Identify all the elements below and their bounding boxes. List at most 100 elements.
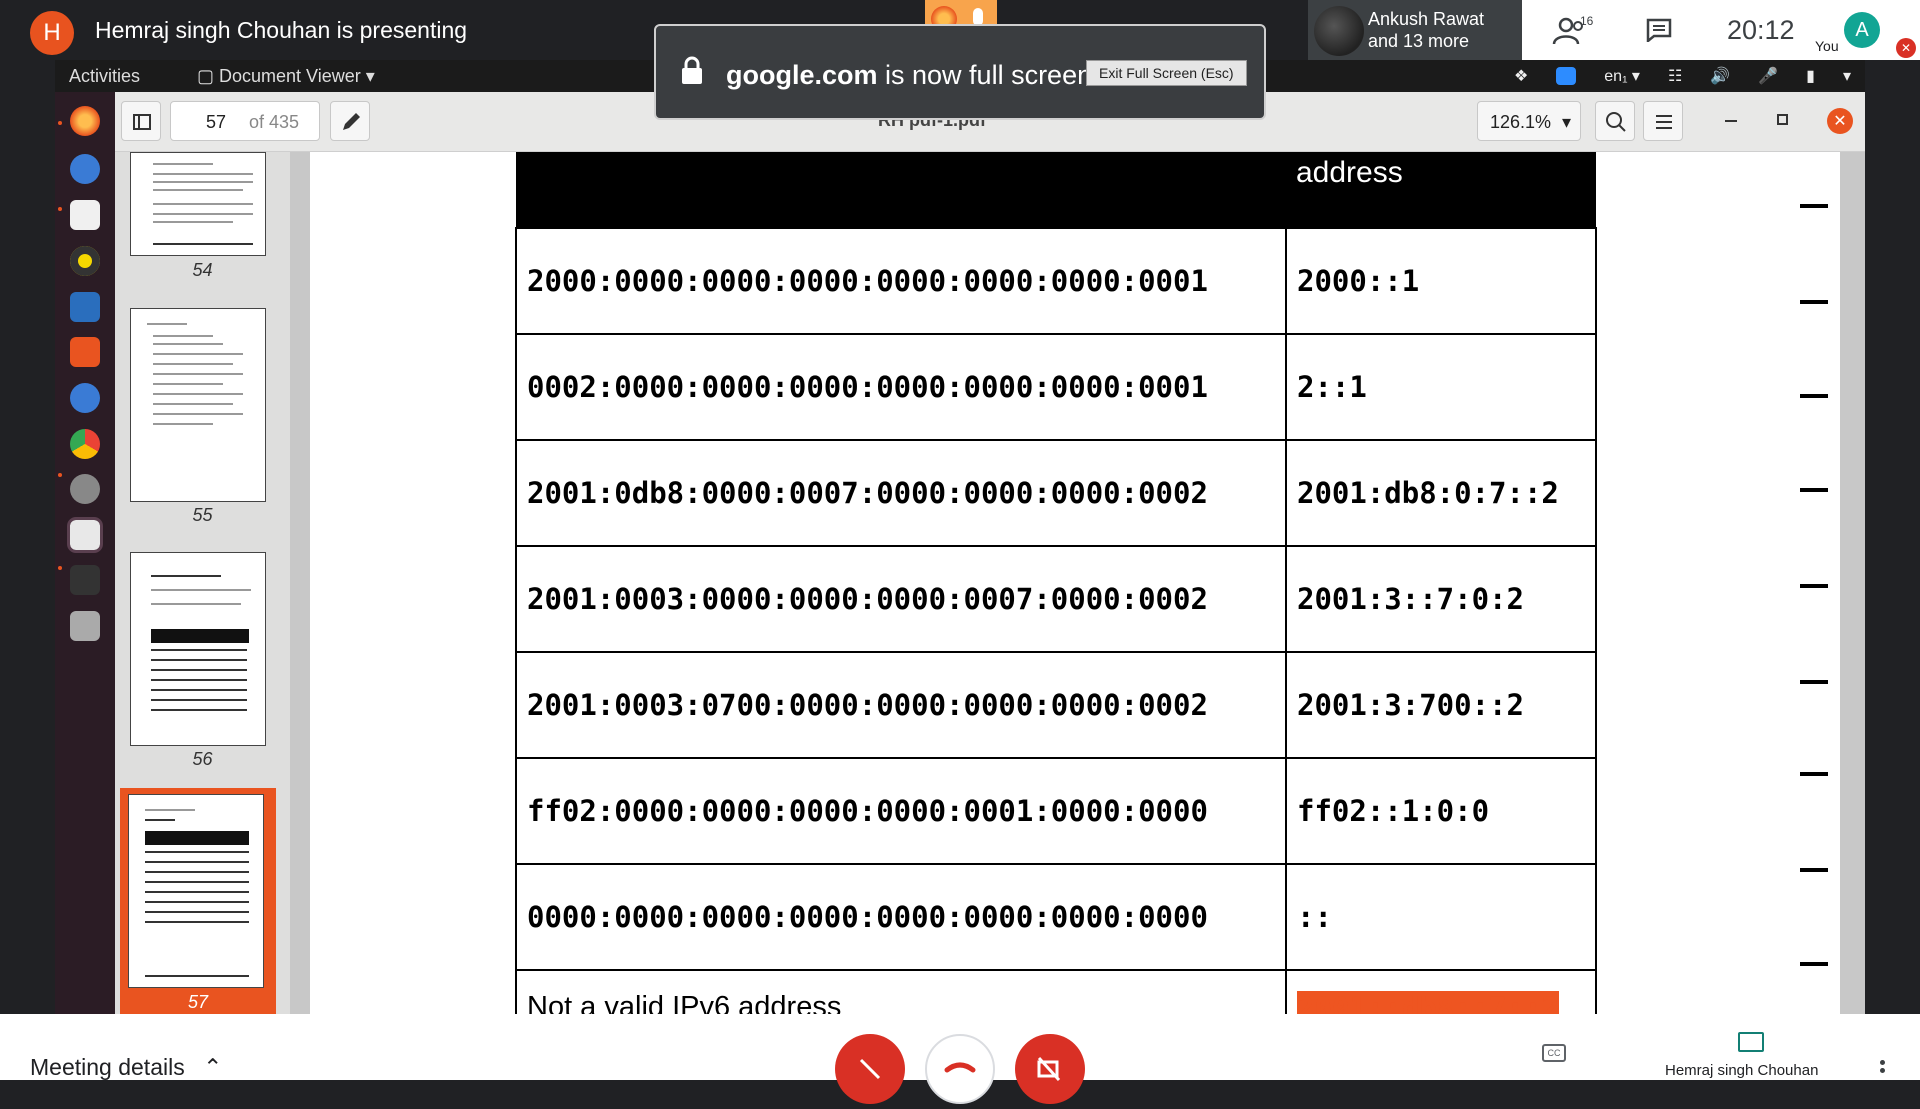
writer-icon[interactable] xyxy=(70,292,100,322)
microphone-icon[interactable]: 🎤 xyxy=(1758,66,1778,86)
fullscreen-notice: google.com is now full screen Exit Full … xyxy=(654,24,1266,120)
self-avatar: A xyxy=(1844,12,1880,48)
rhythmbox-icon[interactable] xyxy=(70,246,100,276)
full-address-cell: 2001:0003:0000:0000:0000:0007:0000:0002 xyxy=(515,545,1287,653)
meeting-details-label: Meeting details xyxy=(30,1054,185,1080)
phone-hangup-icon xyxy=(944,1062,976,1073)
thumbnail-selected[interactable]: 57 xyxy=(120,788,276,1014)
drive-icon[interactable] xyxy=(70,611,100,641)
thumbnail-sidebar: 54 55 56 57 xyxy=(115,152,290,1014)
software-center-icon[interactable] xyxy=(70,337,100,367)
leave-call-button[interactable] xyxy=(925,1034,995,1104)
short-address-cell: 2001:3:700::2 xyxy=(1285,651,1597,759)
chevron-down-icon: ▾ xyxy=(1562,112,1572,132)
meeting-details-button[interactable]: Meeting details ⌃ xyxy=(30,1054,222,1081)
chat-icon[interactable] xyxy=(1646,18,1672,42)
settings-icon[interactable] xyxy=(70,474,100,504)
maximize-icon[interactable] xyxy=(1777,114,1788,125)
microphone-off-icon xyxy=(859,1058,881,1080)
battery-icon[interactable]: ▮ xyxy=(1806,66,1815,86)
pencil-icon xyxy=(343,113,360,130)
app-menu-label: Document Viewer xyxy=(219,66,361,86)
activities-button[interactable]: Activities xyxy=(69,66,140,87)
app-menu[interactable]: ▢ Document Viewer ▾ xyxy=(197,66,375,87)
page-mark xyxy=(1800,962,1828,966)
present-icon[interactable] xyxy=(1738,1032,1764,1052)
firefox-icon[interactable] xyxy=(70,106,100,136)
pdf-page: address 2000:0000:0000:0000:0000:0000:00… xyxy=(310,152,1840,1077)
meet-bottom-bar: Meeting details ⌃ CC Hemraj singh Chouha… xyxy=(0,1014,1920,1104)
thunderbird-icon[interactable] xyxy=(70,154,100,184)
annotate-button[interactable] xyxy=(330,101,370,141)
self-label: You xyxy=(1815,38,1839,54)
full-address-cell: 0002:0000:0000:0000:0000:0000:0000:0001 xyxy=(515,333,1287,441)
thumbnail-page[interactable] xyxy=(128,794,264,988)
full-address-cell: ff02:0000:0000:0000:0000:0001:0000:0000 xyxy=(515,757,1287,865)
self-tile[interactable]: You A ✕ xyxy=(1812,0,1920,60)
running-indicator xyxy=(58,121,62,125)
keyboard-layout-label: en₁ xyxy=(1604,68,1628,85)
table-row: 0000:0000:0000:0000:0000:0000:0000:0000 … xyxy=(515,863,1597,971)
minimize-icon[interactable] xyxy=(1725,120,1737,122)
page-number-field[interactable]: 57 of 435 xyxy=(170,101,320,141)
thumbnail-label: 54 xyxy=(192,260,213,280)
thumbnail-label: 56 xyxy=(192,749,213,769)
page-mark xyxy=(1800,488,1828,492)
ubuntu-dock xyxy=(55,92,115,1014)
network-icon[interactable]: ☷ xyxy=(1668,66,1682,86)
lock-icon xyxy=(682,56,702,84)
fullscreen-message: google.com is now full screen xyxy=(726,60,1092,91)
exit-fullscreen-button[interactable]: Exit Full Screen (Esc) xyxy=(1086,60,1247,86)
sidebar-toggle-button[interactable] xyxy=(121,101,161,141)
files-icon[interactable] xyxy=(70,200,100,230)
thumbnail-label: 57 xyxy=(187,992,209,1012)
presenter-avatar: H xyxy=(30,11,74,55)
keyboard-layout[interactable]: en₁ ▾ xyxy=(1604,66,1640,86)
participant-tile[interactable]: Ankush Rawat and 13 more xyxy=(1308,0,1522,60)
captions-icon[interactable]: CC xyxy=(1542,1044,1566,1062)
dropbox-icon[interactable]: ❖ xyxy=(1514,66,1528,86)
short-address-cell: 2001:3::7:0:2 xyxy=(1285,545,1597,653)
chevron-down-icon: ▾ xyxy=(365,66,375,86)
table-row: 2001:0003:0000:0000:0000:0007:0000:0002 … xyxy=(515,545,1597,653)
running-indicator xyxy=(58,207,62,211)
thumbnail-page[interactable] xyxy=(130,152,266,256)
document-viewer-icon[interactable] xyxy=(67,517,103,553)
page-mark xyxy=(1800,300,1828,304)
chrome-icon[interactable] xyxy=(70,429,100,459)
participant-avatar xyxy=(1314,6,1364,56)
participant-name: Ankush Rawat xyxy=(1368,9,1485,29)
search-button[interactable] xyxy=(1595,101,1635,141)
current-page[interactable]: 57 xyxy=(206,112,226,133)
presenter-tile-name: Hemraj singh Chouhan xyxy=(1665,1062,1819,1079)
short-address-cell: :: xyxy=(1285,863,1597,971)
document-view[interactable]: address 2000:0000:0000:0000:0000:0000:00… xyxy=(290,152,1865,1077)
camera-off-icon xyxy=(1037,1056,1061,1082)
more-options-icon[interactable] xyxy=(1880,1060,1886,1073)
page-mark xyxy=(1800,772,1828,776)
document-viewer-icon: ▢ xyxy=(197,66,220,86)
full-address-cell: 2001:0003:0700:0000:0000:0000:0000:0002 xyxy=(515,651,1287,759)
camera-off-button[interactable] xyxy=(1015,1034,1085,1104)
close-icon[interactable]: ✕ xyxy=(1827,108,1853,134)
chevron-up-icon: ⌃ xyxy=(203,1054,223,1080)
page-mark xyxy=(1800,394,1828,398)
participant-names: Ankush Rawat and 13 more xyxy=(1368,8,1484,52)
meeting-clock: 20:12 xyxy=(1727,15,1795,45)
volume-icon[interactable]: 🔊 xyxy=(1710,66,1730,86)
zoom-select[interactable]: 126.1% ▾ xyxy=(1477,101,1581,141)
zoom-app-icon[interactable] xyxy=(1556,67,1577,85)
thumbnail-page[interactable] xyxy=(130,552,266,746)
table-header-cell: address xyxy=(1286,152,1596,228)
running-indicator xyxy=(58,473,62,477)
short-address-cell: ff02::1:0:0 xyxy=(1285,757,1597,865)
thumbnail-page[interactable] xyxy=(130,308,266,502)
short-address-cell: 2000::1 xyxy=(1285,227,1597,335)
microphone-off-button[interactable] xyxy=(835,1034,905,1104)
terminal-icon[interactable] xyxy=(70,565,100,595)
system-menu-chevron-icon[interactable]: ▾ xyxy=(1843,66,1851,86)
menu-button[interactable] xyxy=(1643,101,1683,141)
page-mark xyxy=(1800,680,1828,684)
help-icon[interactable] xyxy=(70,383,100,413)
search-icon xyxy=(1606,112,1626,132)
